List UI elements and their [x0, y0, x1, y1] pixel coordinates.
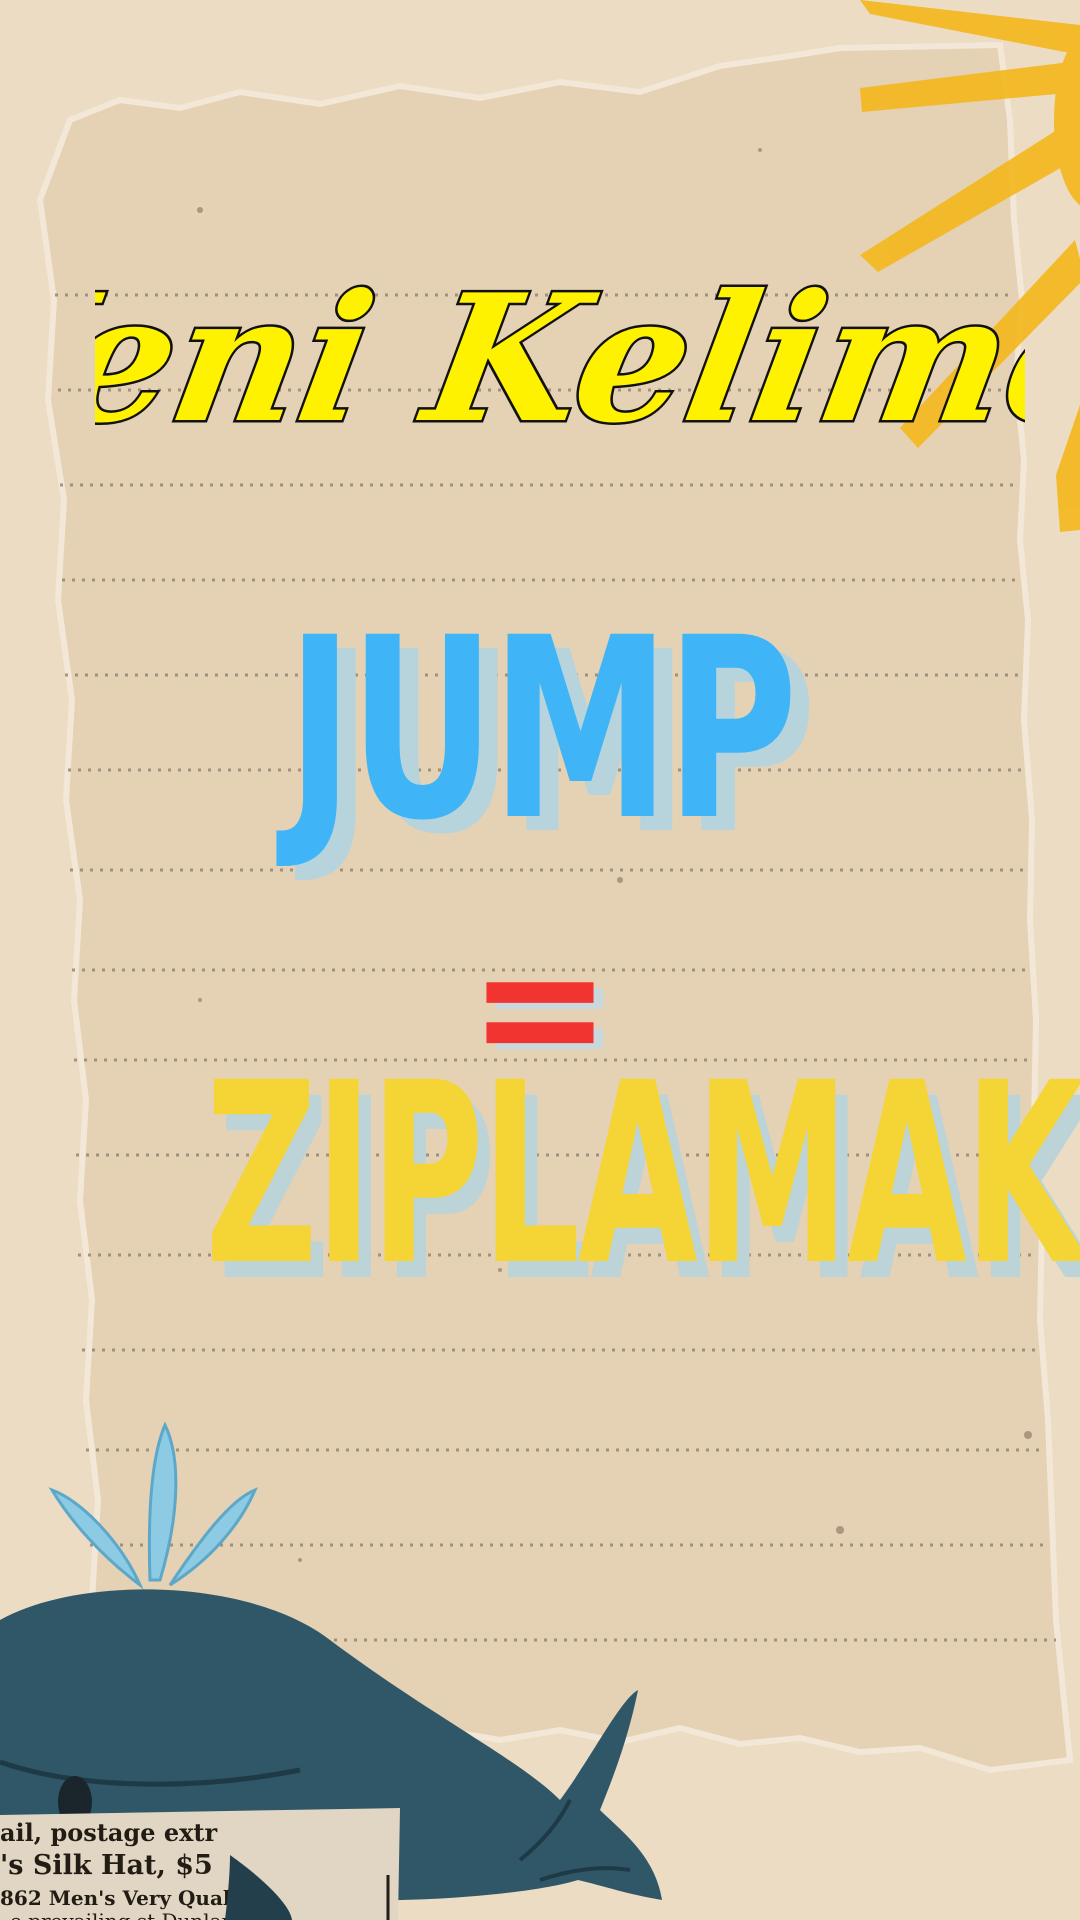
- title-text: Yeni Kelime: [95, 255, 1025, 461]
- poster: ail, postage extr 's Silk Hat, $5 862 Me…: [0, 0, 1080, 1920]
- page-title: Yeni Kelime: [95, 253, 1025, 464]
- clipping-line-4: e prevailing st Dunlap: [10, 1909, 234, 1920]
- english-word: JUMP: [286, 584, 798, 875]
- clipping-line-3: 862 Men's Very Quality: [0, 1886, 259, 1910]
- turkish-word: ZIPLAMAK: [205, 1029, 1080, 1320]
- clipping-line-1: ail, postage extr: [0, 1818, 218, 1847]
- clipping-line-2: 's Silk Hat, $5: [0, 1850, 213, 1881]
- newspaper-clipping: ail, postage extr 's Silk Hat, $5 862 Me…: [0, 1815, 400, 1920]
